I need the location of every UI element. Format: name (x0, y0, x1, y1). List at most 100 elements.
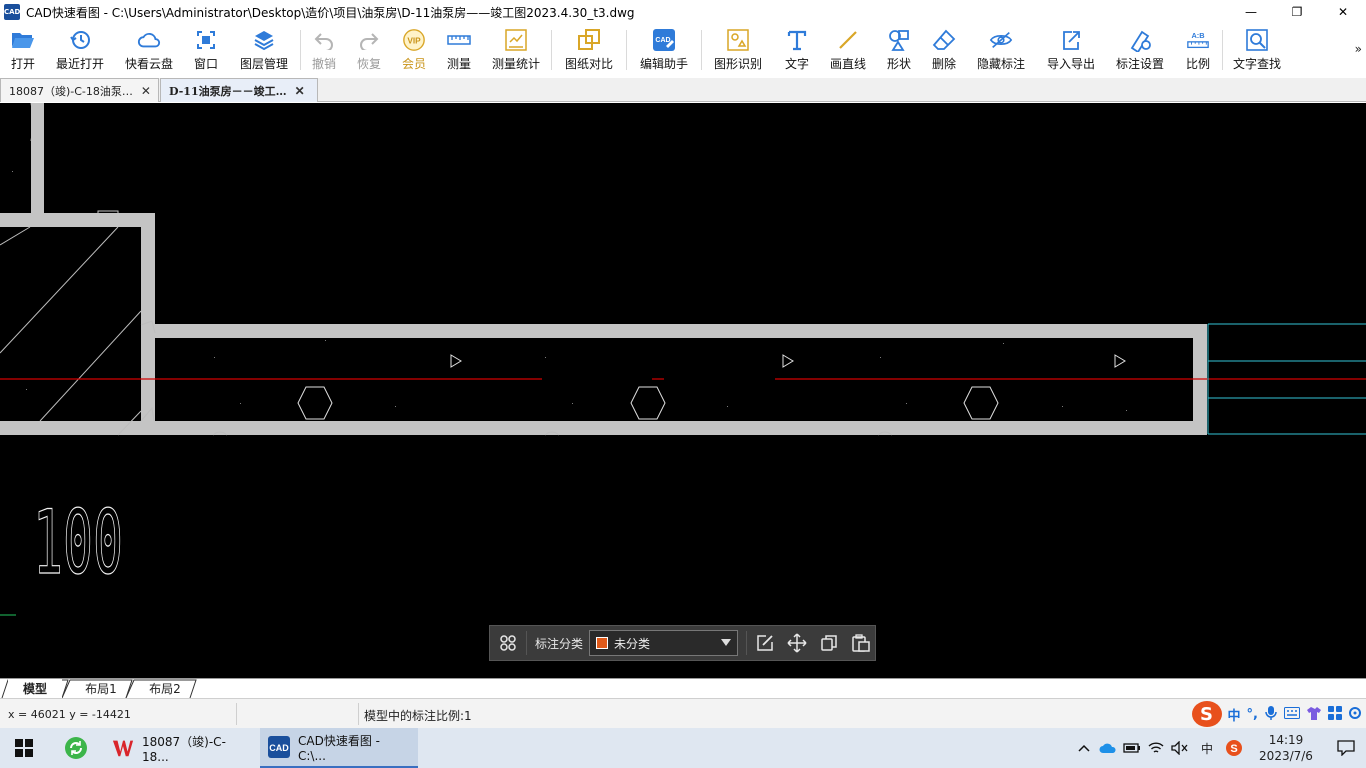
recent-open-button[interactable]: 最近打开 (46, 24, 114, 76)
scale-label: 比例 (1185, 57, 1210, 71)
taskbar-refresh-app[interactable] (48, 728, 104, 768)
maximize-button[interactable]: ❐ (1274, 0, 1320, 24)
start-button[interactable] (0, 728, 48, 768)
windows-logo-icon (15, 739, 33, 757)
sogou-tray-icon[interactable]: S (1222, 739, 1246, 757)
clock-date: 2023/7/6 (1259, 749, 1313, 763)
keyboard-icon[interactable] (1284, 706, 1300, 722)
tab-close-icon[interactable]: ✕ (141, 84, 151, 98)
category-selected-value: 未分类 (614, 636, 651, 651)
volume-muted-icon[interactable] (1168, 741, 1192, 755)
redo-button[interactable]: 恢复 (347, 24, 391, 76)
clock-history-icon (68, 28, 92, 52)
tab-document-2[interactable]: D-11油泵房－－竣工… ✕ (160, 78, 318, 102)
category-select[interactable]: 未分类 (589, 630, 739, 656)
undo-button[interactable]: 撤销 (301, 24, 347, 76)
text-tool-button[interactable]: 文字 (774, 24, 820, 76)
category-grid-icon[interactable] (494, 629, 522, 657)
annotation-settings-button[interactable]: 标注设置 (1106, 24, 1174, 76)
delete-button[interactable]: 删除 (922, 24, 966, 76)
tab-label: D-11油泵房－－竣工… (169, 84, 287, 98)
vip-button[interactable]: VIP 会员 (391, 24, 437, 76)
clock-time: 14:19 (1268, 733, 1304, 747)
edit-helper-label: 编辑助手 (639, 57, 688, 71)
onedrive-cloud-icon[interactable] (1096, 742, 1120, 754)
compare-drawings-button[interactable]: 图纸对比 (552, 24, 626, 76)
ruler-icon (447, 28, 471, 52)
ime-lang[interactable]: 中 (1228, 705, 1241, 724)
chevron-down-icon (721, 639, 732, 646)
system-tray: 中 S 14:19 2023/7/6 (1072, 728, 1366, 768)
measure-label: 测量 (446, 57, 471, 71)
taskbar-app-wps[interactable]: 18087（竣)-C-18... (104, 728, 260, 768)
edit-helper-button[interactable]: CAD 编辑助手 (627, 24, 701, 76)
draw-line-label: 画直线 (829, 57, 866, 71)
sogou-ime-logo-icon[interactable]: S (1191, 701, 1222, 727)
move-icon[interactable] (783, 629, 811, 657)
show-hidden-chevron-up-icon[interactable] (1072, 744, 1096, 752)
measure-stats-button[interactable]: 测量统计 (481, 24, 551, 76)
edit-annotation-icon[interactable] (751, 629, 779, 657)
vip-label: 会员 (401, 57, 426, 71)
redo-icon (357, 28, 381, 52)
draw-line-button[interactable]: 画直线 (820, 24, 876, 76)
drawing-canvas[interactable]: 100 (0, 103, 1366, 678)
battery-icon[interactable] (1120, 742, 1144, 754)
shape-tool-button[interactable]: 形状 (876, 24, 922, 76)
import-export-label: 导入导出 (1046, 57, 1095, 71)
shape-recognition-icon (726, 28, 750, 52)
hide-annotations-button[interactable]: 隐藏标注 (966, 24, 1036, 76)
shape-recognition-label: 图形识别 (713, 57, 762, 71)
import-export-button[interactable]: 导入导出 (1036, 24, 1106, 76)
microphone-icon[interactable] (1264, 705, 1278, 724)
input-language[interactable]: 中 (1192, 740, 1222, 757)
delete-label: 删除 (931, 57, 956, 71)
open-button[interactable]: 打开 (0, 24, 46, 76)
layout-tab-layout2[interactable]: 布局2 (136, 679, 194, 698)
folder-open-icon (11, 28, 35, 52)
ime-settings-icon[interactable] (1348, 706, 1362, 723)
ime-toolbar: S 中 °, (1191, 699, 1366, 729)
scale-button[interactable]: A:B 比例 (1174, 24, 1222, 76)
cloud-drive-button[interactable]: 快看云盘 (114, 24, 184, 76)
toolbar-overflow-chevron-icon[interactable]: » (1355, 42, 1362, 56)
measure-stats-label: 测量统计 (491, 57, 540, 71)
document-tabs: 18087（竣)-C-18油泵… ✕ D-11油泵房－－竣工… ✕ (0, 78, 1366, 102)
skin-shirt-icon[interactable] (1306, 706, 1322, 723)
measure-button[interactable]: 测量 (437, 24, 481, 76)
shape-recognition-button[interactable]: 图形识别 (702, 24, 774, 76)
wps-icon (112, 737, 134, 759)
window-frame-icon (194, 28, 218, 52)
layout-tab-model[interactable]: 模型 (8, 679, 62, 698)
app-window: CAD CAD快速看图 - C:\Users\Administrator\Des… (0, 0, 1366, 768)
taskbar-clock[interactable]: 14:19 2023/7/6 (1246, 732, 1326, 764)
minimize-button[interactable]: — (1228, 0, 1274, 24)
tab-document-1[interactable]: 18087（竣)-C-18油泵… ✕ (0, 78, 159, 102)
wifi-icon[interactable] (1144, 741, 1168, 755)
shape-tool-label: 形状 (886, 57, 911, 71)
tab-close-icon[interactable]: ✕ (295, 84, 305, 98)
cad-app-icon: CAD (4, 4, 20, 20)
text-search-button[interactable]: 文字查找 (1223, 24, 1291, 76)
wall-outline (0, 103, 1207, 435)
category-color-swatch (596, 637, 609, 649)
panel-separator (526, 631, 527, 655)
taskbar-app-cad[interactable]: CAD CAD快速看图 - C:\... (260, 728, 418, 768)
copy-icon[interactable] (815, 629, 843, 657)
close-window-button[interactable]: ✕ (1320, 0, 1366, 24)
status-separator (358, 703, 359, 725)
toolbox-grid-icon[interactable] (1328, 705, 1342, 723)
notification-center-icon[interactable] (1326, 740, 1366, 756)
measure-stats-icon (504, 28, 528, 52)
layer-manager-button[interactable]: 图层管理 (228, 24, 300, 76)
svg-text:CAD: CAD (269, 743, 289, 753)
paste-icon[interactable] (847, 629, 875, 657)
ime-punct[interactable]: °, (1247, 707, 1258, 722)
window-button[interactable]: 窗口 (184, 24, 228, 76)
taskbar-app-label: 18087（竣)-C-18... (142, 734, 226, 764)
eraser-icon (932, 28, 956, 52)
svg-text:VIP: VIP (407, 36, 421, 46)
status-bar: x = 46021 y = -14421 模型中的标注比例:1 S 中 °, (0, 698, 1366, 728)
layout-tab-layout1[interactable]: 布局1 (72, 679, 130, 698)
category-label: 标注分类 (535, 636, 584, 651)
